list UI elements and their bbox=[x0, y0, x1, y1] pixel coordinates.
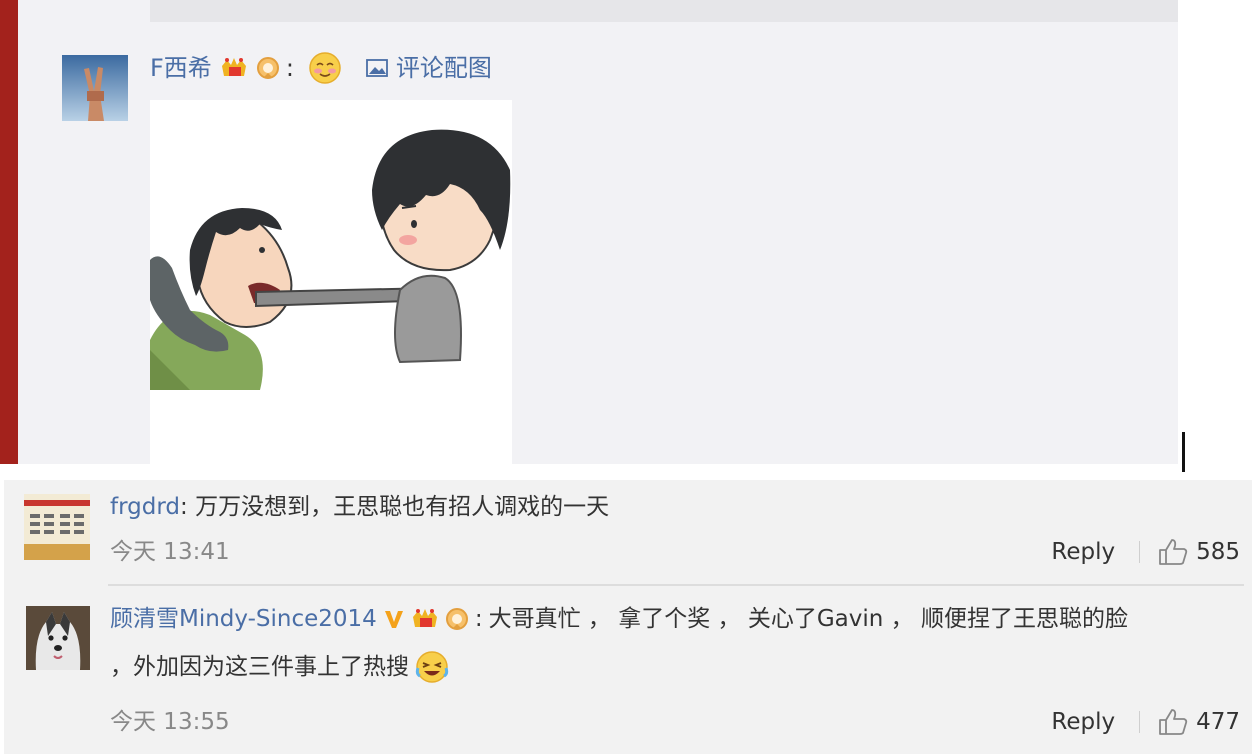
member-medal-icon[interactable] bbox=[256, 56, 280, 80]
comments-list: frgdrd: 万万没想到，王思聪也有招人调戏的一天 今天 13:41 Repl… bbox=[4, 480, 1252, 754]
action-divider bbox=[1139, 711, 1141, 733]
comment-separator: : bbox=[474, 606, 483, 632]
comment-username[interactable]: 顾清雪Mindy-Since2014 bbox=[110, 602, 377, 636]
accent-bar bbox=[0, 0, 18, 464]
screenshot-cut-line bbox=[1182, 432, 1185, 472]
comment-text-line-1: 大哥真忙 ， 拿了个奖 ， 关心了Gavin ， 顺便捏了王思聪的脸 bbox=[488, 606, 1128, 632]
crown-badge-icon[interactable] bbox=[411, 607, 439, 631]
reply-button[interactable]: Reply bbox=[1051, 706, 1115, 738]
reply-panel: F西希 : 评论配图 bbox=[0, 0, 1178, 464]
reply-colon: : bbox=[285, 54, 294, 82]
comment-item: 顾清雪Mindy-Since2014: 大哥真忙 ， 拿了个奖 ， 关心了Ga… bbox=[4, 588, 1252, 754]
verified-v-icon[interactable] bbox=[383, 608, 405, 630]
like-count: 477 bbox=[1196, 709, 1240, 735]
comment-image-label: 评论配图 bbox=[395, 54, 492, 82]
comment-text-line-2: ，外加因为这三件事上了热搜 bbox=[110, 654, 409, 680]
previous-item-strip bbox=[150, 0, 1178, 22]
comment-actions: Reply 477 bbox=[1051, 706, 1240, 738]
comment-divider bbox=[108, 584, 1244, 586]
emoji-face-icon bbox=[308, 51, 342, 85]
comment-text: 万万没想到，王思聪也有招人调戏的一天 bbox=[195, 494, 610, 520]
image-icon bbox=[366, 59, 388, 77]
comment-body: 顾清雪Mindy-Since2014: 大哥真忙 ， 拿了个奖 ， 关心了Ga… bbox=[110, 602, 1128, 636]
member-medal-icon[interactable] bbox=[445, 607, 469, 631]
comment-separator: : bbox=[180, 494, 188, 520]
reply-button[interactable]: Reply bbox=[1051, 536, 1115, 568]
reply-username[interactable]: F西希 bbox=[150, 50, 212, 86]
thumbs-up-icon[interactable] bbox=[1158, 708, 1188, 736]
thumbs-up-icon[interactable] bbox=[1158, 538, 1188, 566]
comment-image-link[interactable]: 评论配图 bbox=[366, 50, 492, 86]
avatar[interactable] bbox=[62, 55, 128, 121]
comment-item: frgdrd: 万万没想到，王思聪也有招人调戏的一天 今天 13:41 Repl… bbox=[4, 480, 1252, 586]
comment-timestamp: 今天 13:55 bbox=[110, 709, 230, 735]
reply-header: F西希 : 评论配图 bbox=[150, 50, 492, 86]
comment-username[interactable]: frgdrd bbox=[110, 494, 180, 520]
action-divider bbox=[1139, 541, 1141, 563]
crown-badge-icon[interactable] bbox=[220, 56, 248, 80]
comment-body-continued: ，外加因为这三件事上了热搜 bbox=[110, 650, 449, 684]
laughing-crying-emoji-icon bbox=[415, 650, 449, 684]
avatar[interactable] bbox=[26, 606, 90, 670]
comment-body: frgdrd: 万万没想到，王思聪也有招人调戏的一天 bbox=[110, 490, 609, 524]
comment-image[interactable]: ◌◌◌◌◌◌ bbox=[150, 100, 512, 464]
comment-timestamp: 今天 13:41 bbox=[110, 539, 230, 565]
comment-actions: Reply 585 bbox=[1051, 536, 1240, 568]
like-count: 585 bbox=[1196, 539, 1240, 565]
avatar[interactable] bbox=[24, 494, 90, 560]
